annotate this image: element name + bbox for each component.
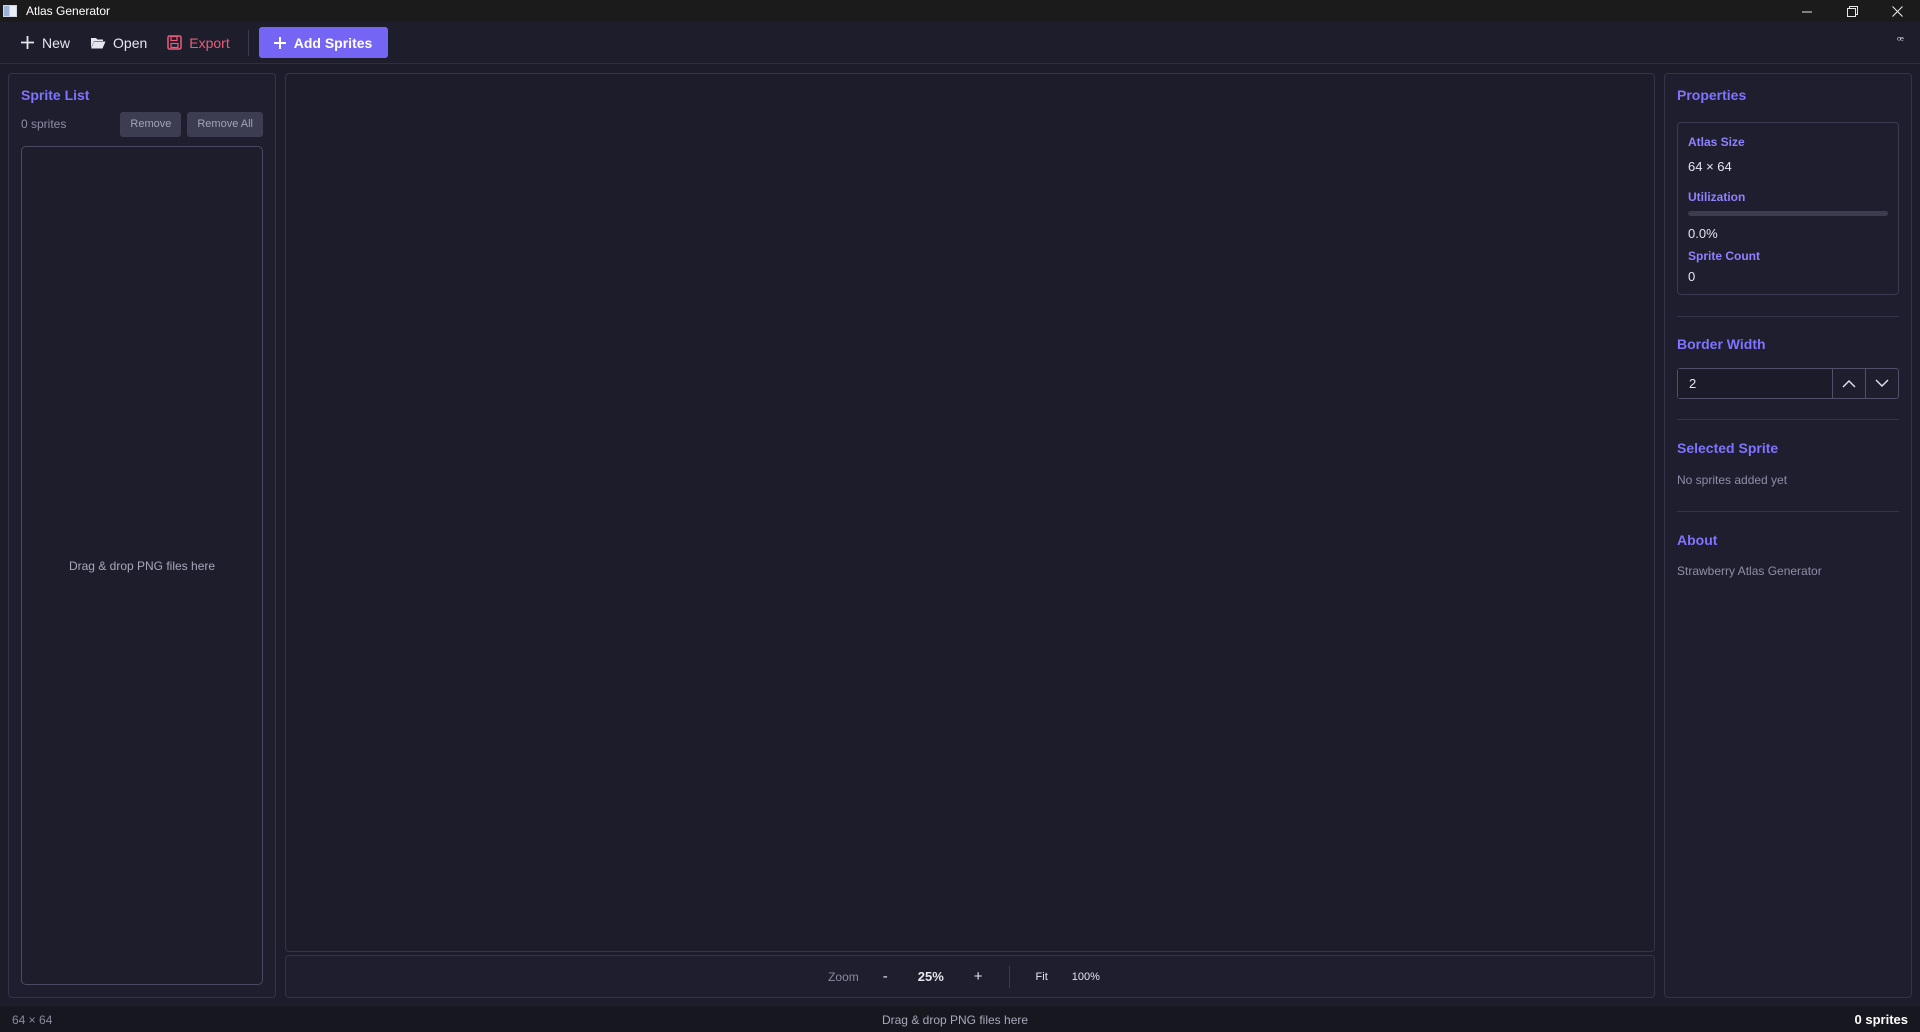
sprite-count-value: 0 <box>1688 269 1696 284</box>
zoom-fit-button[interactable]: Fit <box>1024 971 1060 983</box>
zoom-value: 25% <box>917 969 944 984</box>
restore-icon[interactable] <box>1830 0 1875 22</box>
atlas-stats-box: Atlas Size 64 × 64 Utilization 0.0% Spri… <box>1677 122 1899 295</box>
selected-sprite-text: No sprites added yet <box>1677 473 1788 487</box>
properties-title: Properties <box>1677 87 1747 103</box>
toolbar-divider <box>247 29 249 56</box>
atlas-canvas[interactable] <box>285 73 1655 952</box>
about-text: Strawberry Atlas Generator <box>1677 564 1822 578</box>
properties-divider <box>1677 419 1899 420</box>
utilization-progress-bar <box>1688 211 1888 216</box>
remove-button[interactable]: Remove <box>120 111 182 137</box>
new-label: New <box>42 34 71 51</box>
drop-zone-text: Drag & drop PNG files here <box>68 558 216 573</box>
status-bar: 64 × 64 Drag & drop PNG files here 0 spr… <box>0 1006 1920 1032</box>
utilization-value: 0.0% <box>1688 226 1718 241</box>
utilization-label: Utilization <box>1688 190 1746 204</box>
sprite-count-label: Sprite Count <box>1688 249 1760 263</box>
sprite-list-title: Sprite List <box>21 87 90 103</box>
save-icon <box>167 35 183 50</box>
toolbar-menu-icon[interactable]: ꟹ <box>1897 34 1904 47</box>
export-label: Export <box>189 34 230 51</box>
selected-sprite-title: Selected Sprite <box>1677 440 1779 456</box>
chevron-down-icon[interactable] <box>1865 369 1898 398</box>
open-button[interactable]: Open <box>80 28 157 58</box>
zoom-out-button[interactable]: - <box>875 968 896 985</box>
atlas-size-value: 64 × 64 <box>1688 159 1732 174</box>
sprite-list-panel: Sprite List 0 sprites Remove Remove All … <box>8 73 276 998</box>
plus-icon <box>20 35 35 50</box>
minimize-icon[interactable] <box>1785 0 1830 22</box>
atlas-size-label: Atlas Size <box>1688 135 1745 149</box>
sprite-list-header: 0 sprites Remove Remove All <box>21 111 263 137</box>
window-title: Atlas Generator <box>26 4 111 18</box>
sprite-count-text: 0 sprites <box>21 117 67 131</box>
window-controls <box>1785 0 1920 22</box>
status-sprite-count: 0 sprites <box>1854 1012 1908 1027</box>
app-icon <box>3 5 17 17</box>
about-title: About <box>1677 532 1718 548</box>
add-sprites-label: Add Sprites <box>293 34 373 51</box>
zoom-label: Zoom <box>828 969 859 984</box>
close-icon[interactable] <box>1875 0 1920 22</box>
folder-open-icon <box>90 36 106 50</box>
remove-all-button[interactable]: Remove All <box>187 111 263 137</box>
zoom-actual-size-button[interactable]: 100% <box>1060 971 1112 983</box>
sprite-drop-zone[interactable]: Drag & drop PNG files here <box>21 146 263 985</box>
border-width-input[interactable]: 2 <box>1678 369 1832 398</box>
zoom-in-button[interactable]: + <box>966 968 991 985</box>
plus-icon <box>273 36 287 50</box>
add-sprites-button[interactable]: Add Sprites <box>258 27 389 58</box>
chevron-up-icon[interactable] <box>1832 369 1865 398</box>
toolbar: New Open Export Add Sprites ꟹ <box>0 22 1920 64</box>
new-button[interactable]: New <box>10 28 80 58</box>
border-width-title: Border Width <box>1677 336 1766 352</box>
zoom-divider <box>1008 965 1010 988</box>
export-button[interactable]: Export <box>157 28 239 58</box>
open-label: Open <box>113 34 148 51</box>
properties-panel: Properties Atlas Size 64 × 64 Utilizatio… <box>1664 73 1912 998</box>
status-hint: Drag & drop PNG files here <box>881 1013 1029 1027</box>
zoom-bar: Zoom - 25% + Fit 100% <box>285 955 1655 998</box>
properties-divider <box>1677 511 1899 512</box>
border-width-stepper[interactable]: 2 <box>1677 368 1899 399</box>
title-bar: Atlas Generator <box>0 0 1920 22</box>
properties-divider <box>1677 316 1899 317</box>
